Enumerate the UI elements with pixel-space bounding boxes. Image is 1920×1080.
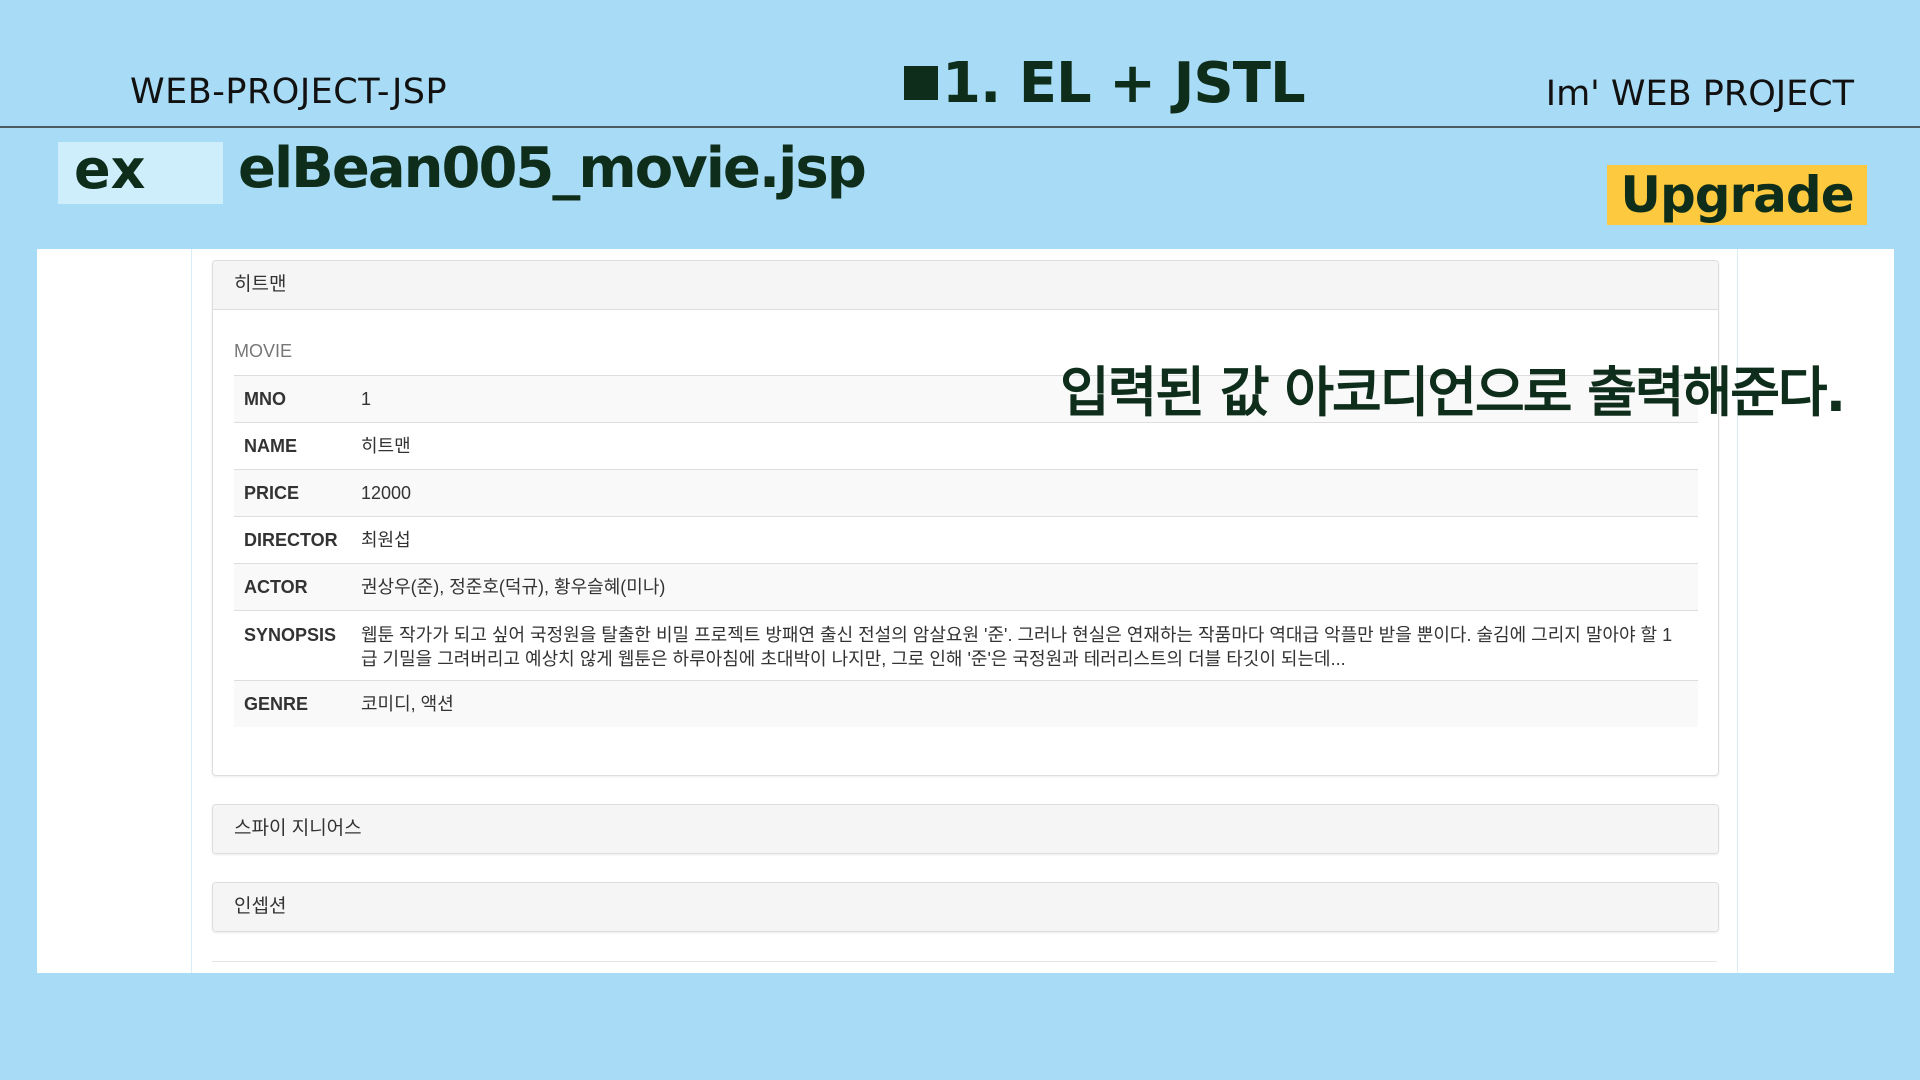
table-caption: MOVIE <box>234 341 293 361</box>
accordion-header[interactable]: 히트맨 <box>213 261 1718 310</box>
field-label: MNO <box>234 375 351 423</box>
table-row: DIRECTOR 최원섭 <box>234 516 1698 564</box>
movie-detail-table: MNO 1 NAME 히트맨 PRICE 12000 DIRECTOR 최원섭 … <box>234 375 1698 727</box>
slide-title: 1. EL + JSTL <box>904 48 1306 118</box>
project-brand: Im' WEB PROJECT <box>1545 74 1854 114</box>
field-value: 웹툰 작가가 되고 싶어 국정원을 탈출한 비밀 프로젝트 방패연 출신 전설의… <box>351 610 1698 681</box>
field-label: ACTOR <box>234 563 351 611</box>
field-value: 권상우(준), 정준호(덕규), 황우슬혜(미나) <box>351 563 1698 611</box>
upgrade-badge: Upgrade <box>1607 165 1867 225</box>
annotation-text: 입력된 값 아코디언으로 출력해준다. <box>1060 361 1846 424</box>
next-panel-edge <box>212 961 1717 962</box>
example-label: ex <box>74 138 146 201</box>
field-value: 12000 <box>351 469 1698 517</box>
table-row: GENRE 코미디, 액션 <box>234 680 1698 727</box>
square-bullet-icon <box>904 66 938 100</box>
table-row: ACTOR 권상우(준), 정준호(덕규), 황우슬혜(미나) <box>234 563 1698 611</box>
field-value: 히트맨 <box>351 422 1698 470</box>
field-label: DIRECTOR <box>234 516 351 564</box>
accordion-panel-open: 히트맨 MOVIE MNO 1 NAME 히트맨 PRICE 12000 DIR… <box>212 260 1719 776</box>
table-row: NAME 히트맨 <box>234 422 1698 470</box>
table-row: SYNOPSIS 웹툰 작가가 되고 싶어 국정원을 탈출한 비밀 프로젝트 방… <box>234 610 1698 681</box>
table-row: PRICE 12000 <box>234 469 1698 517</box>
accordion-header[interactable]: 스파이 지니어스 <box>213 805 1718 853</box>
field-value: 코미디, 액션 <box>351 680 1698 727</box>
field-label: NAME <box>234 422 351 470</box>
field-label: PRICE <box>234 469 351 517</box>
example-filename: elBean005_movie.jsp <box>238 136 867 201</box>
header-divider <box>0 126 1920 128</box>
slide-title-text: 1. EL + JSTL <box>942 50 1306 116</box>
accordion-panel-collapsed: 인셉션 <box>212 882 1719 932</box>
accordion-header[interactable]: 인셉션 <box>213 883 1718 931</box>
container-border-left <box>191 249 192 973</box>
field-label: SYNOPSIS <box>234 610 351 681</box>
field-value: 최원섭 <box>351 516 1698 564</box>
field-label: GENRE <box>234 680 351 727</box>
project-name: WEB-PROJECT-JSP <box>130 72 448 112</box>
accordion-panel-collapsed: 스파이 지니어스 <box>212 804 1719 854</box>
